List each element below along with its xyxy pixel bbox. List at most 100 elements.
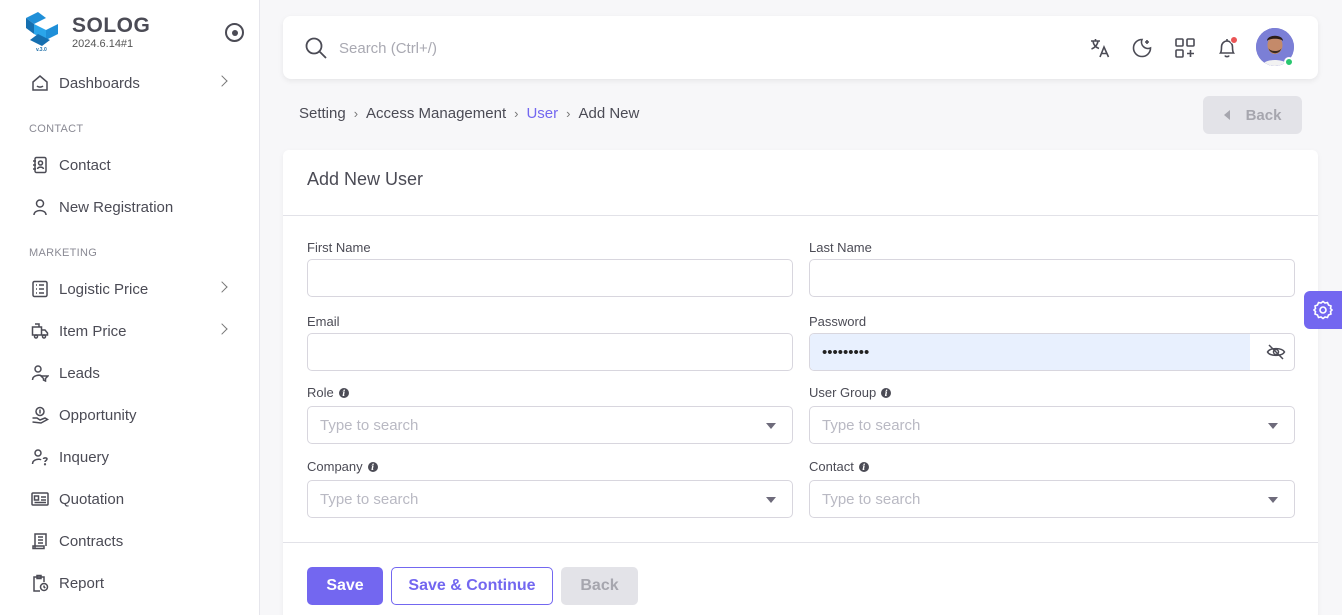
sidebar-item-label: Contracts [59, 532, 124, 550]
list-details-icon [30, 279, 50, 299]
user-group-label: User Group [809, 385, 877, 400]
solog-logo-icon: v.3.0 [26, 12, 58, 52]
sidebar-item-contracts[interactable]: Contracts [16, 522, 244, 560]
chevron-right-icon: › [514, 106, 519, 121]
top-bar [283, 16, 1318, 79]
info-icon[interactable]: i [338, 387, 349, 398]
contact-placeholder: Type to search [822, 491, 921, 508]
user-group-select[interactable]: Type to search [809, 406, 1295, 444]
info-icon[interactable]: i [367, 461, 378, 472]
user-question-icon [30, 447, 50, 467]
email-field[interactable] [307, 333, 793, 371]
sidebar-item-label: Logistic Price [59, 280, 149, 298]
eye-off-icon[interactable] [1266, 342, 1286, 362]
sidebar-item-logistic-price[interactable]: Logistic Price [16, 270, 244, 308]
sidebar-item-label: Item Price [59, 322, 127, 340]
svg-text:v.3.0: v.3.0 [36, 47, 47, 52]
sidebar-item-opportunity[interactable]: Opportunity [16, 396, 244, 434]
caret-down-icon [1268, 423, 1278, 429]
password-field-wrapper [809, 333, 1295, 371]
sidebar-item-leads[interactable]: Leads [16, 354, 244, 392]
language-icon[interactable] [1088, 36, 1112, 60]
divider [283, 542, 1318, 543]
password-field[interactable] [810, 334, 1250, 370]
sidebar-item-contact[interactable]: Contact [16, 146, 244, 184]
first-name-label: First Name [307, 240, 371, 255]
sidebar-item-inquery[interactable]: Inquery [16, 438, 244, 476]
company-label: Company [307, 459, 363, 474]
search-input[interactable] [339, 34, 839, 62]
contact-select[interactable]: Type to search [809, 480, 1295, 518]
sidebar-collapse-button[interactable] [225, 23, 244, 42]
truck-icon [30, 321, 50, 341]
sidebar-item-item-price[interactable]: Item Price [16, 312, 244, 350]
user-group-placeholder: Type to search [822, 417, 921, 434]
chevron-right-icon [216, 323, 228, 335]
chevron-right-icon: › [353, 106, 359, 121]
save-continue-button[interactable]: Save & Continue [391, 567, 553, 605]
breadcrumb: Setting › Access Management › User › Add… [299, 105, 639, 122]
role-select[interactable]: Type to search [307, 406, 793, 444]
online-status-dot [1284, 57, 1294, 67]
caret-down-icon [1268, 497, 1278, 503]
breadcrumb-current: Add New [578, 105, 640, 122]
user-icon [30, 197, 50, 217]
info-icon[interactable]: i [858, 461, 869, 472]
save-button[interactable]: Save [307, 567, 383, 605]
hand-coin-icon [30, 405, 50, 425]
back-button[interactable]: Back [561, 567, 638, 605]
search-icon[interactable] [305, 37, 327, 59]
home-icon [30, 73, 50, 93]
breadcrumb-access-management[interactable]: Access Management [366, 105, 506, 122]
sidebar-item-report[interactable]: Report [16, 564, 244, 602]
sidebar-item-label: Contact [59, 156, 111, 174]
last-name-label: Last Name [809, 240, 872, 255]
company-select[interactable]: Type to search [307, 480, 793, 518]
header-back-button[interactable]: Back [1203, 96, 1302, 134]
bell-icon[interactable] [1215, 36, 1239, 60]
caret-down-icon [766, 497, 776, 503]
breadcrumb-user[interactable]: User [526, 105, 558, 122]
chevron-right-icon [216, 281, 228, 293]
gear-icon [1313, 300, 1333, 320]
sidebar-item-quotation[interactable]: Quotation [16, 480, 244, 518]
password-label: Password [809, 314, 867, 329]
section-title-contact: CONTACT [29, 123, 84, 135]
id-card-icon [30, 489, 50, 509]
role-label: Role [307, 385, 334, 400]
moon-stars-icon[interactable] [1130, 36, 1154, 60]
sidebar-item-dashboards[interactable]: Dashboards [16, 64, 244, 102]
sidebar-item-label: Quotation [59, 490, 125, 508]
info-icon[interactable]: i [881, 387, 892, 398]
chevron-right-icon [216, 75, 228, 87]
contact-label: Contact [809, 459, 854, 474]
scroll-document-icon [30, 531, 50, 551]
apps-add-icon[interactable] [1173, 36, 1197, 60]
sidebar: v.3.0 SOLOG 2024.6.14#1 Dashboards CONTA… [0, 0, 260, 615]
chevron-right-icon: › [566, 106, 571, 121]
add-user-card: Add New User First Name Last Name Email … [283, 150, 1318, 615]
sidebar-item-label: Report [59, 574, 105, 592]
section-title-marketing: MARKETING [29, 247, 98, 259]
theme-settings-button[interactable] [1304, 291, 1342, 329]
header-back-label: Back [1245, 106, 1282, 124]
caret-down-icon [766, 423, 776, 429]
breadcrumb-setting[interactable]: Setting [299, 105, 346, 122]
brand-name: SOLOG [72, 14, 151, 37]
email-label: Email [307, 314, 340, 329]
sidebar-item-label: Inquery [59, 448, 110, 466]
sidebar-item-new-registration[interactable]: New Registration [16, 188, 244, 226]
page-title: Add New User [307, 169, 424, 189]
caret-left-icon [1223, 110, 1230, 120]
sidebar-item-label: Dashboards [59, 74, 140, 92]
divider [283, 215, 1318, 216]
sidebar-item-label: New Registration [59, 198, 174, 216]
first-name-field[interactable] [307, 259, 793, 297]
address-book-icon [30, 155, 50, 175]
brand-version: 2024.6.14#1 [72, 38, 134, 50]
brand[interactable]: v.3.0 SOLOG 2024.6.14#1 [22, 12, 150, 52]
last-name-field[interactable] [809, 259, 1295, 297]
role-placeholder: Type to search [320, 417, 419, 434]
sidebar-item-label: Leads [59, 364, 100, 382]
notification-dot [1230, 36, 1238, 44]
